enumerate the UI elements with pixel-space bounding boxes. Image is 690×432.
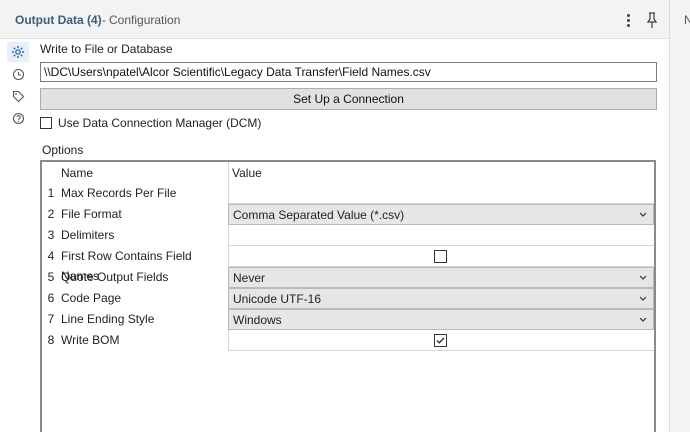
row-number: 5	[47, 270, 55, 284]
panel-header: Output Data (4) - Configuration	[0, 0, 669, 39]
configuration-tab[interactable]	[7, 42, 29, 62]
file-path-input[interactable]	[40, 62, 657, 82]
max-records-input[interactable]	[228, 183, 654, 204]
table-row: 4 First Row Contains Field Names	[42, 246, 654, 283]
chevron-down-icon	[639, 296, 647, 301]
row-number: 6	[47, 291, 55, 305]
dcm-label: Use Data Connection Manager (DCM)	[58, 116, 262, 130]
pin-icon[interactable]	[644, 11, 660, 29]
more-options-icon[interactable]	[621, 11, 635, 29]
table-row: 1 Max Records Per File	[42, 183, 654, 204]
row-number: 3	[47, 228, 55, 242]
first-row-field-names-checkbox[interactable]	[434, 250, 447, 263]
title-separator: -	[102, 13, 106, 27]
row-number: 2	[47, 207, 55, 221]
adjacent-panel-letter: N	[684, 13, 690, 27]
setup-connection-button[interactable]: Set Up a Connection	[40, 88, 657, 110]
option-name: Write BOM	[61, 333, 120, 347]
table-row: 3 Delimiters	[42, 225, 654, 246]
table-row: 8 Write BOM	[42, 330, 654, 351]
write-bom-checkbox[interactable]	[434, 334, 447, 347]
help-icon	[12, 112, 24, 124]
line-ending-style-dropdown[interactable]: Windows	[228, 309, 654, 330]
option-name: File Format	[61, 207, 122, 221]
option-name: First Row Contains Field Names	[61, 249, 192, 283]
line-ending-style-value: Windows	[233, 313, 282, 327]
panel-title: Output Data (4)	[15, 13, 102, 27]
tag-icon	[12, 90, 24, 102]
checkmark-icon	[436, 337, 445, 344]
delimiters-input[interactable]	[228, 225, 654, 246]
write-to-label: Write to File or Database	[40, 42, 173, 56]
dcm-checkbox[interactable]	[40, 117, 52, 129]
options-label: Options	[42, 143, 84, 157]
first-row-field-names-cell	[228, 246, 654, 267]
chevron-down-icon	[639, 212, 647, 217]
row-number: 7	[47, 312, 55, 326]
row-number: 1	[47, 186, 55, 200]
file-format-value: Comma Separated Value (*.csv)	[233, 208, 405, 222]
annotation-tab[interactable]	[7, 86, 29, 106]
history-tab[interactable]	[7, 64, 29, 84]
adjacent-panel-edge: N	[669, 0, 690, 432]
help-tab[interactable]	[7, 108, 29, 128]
chevron-down-icon	[639, 275, 647, 280]
row-number: 8	[47, 333, 55, 347]
options-grid: Name Value 1 Max Records Per File 2 File…	[40, 160, 656, 432]
option-name: Delimiters	[61, 228, 115, 242]
table-row: 5 Quote Output Fields Never	[42, 267, 654, 288]
table-row: 7 Line Ending Style Windows	[42, 309, 654, 330]
write-bom-cell	[228, 330, 654, 351]
gear-icon	[12, 46, 24, 58]
quote-output-fields-dropdown[interactable]: Never	[228, 267, 654, 288]
row-number: 4	[47, 249, 55, 263]
option-name: Quote Output Fields	[61, 270, 169, 284]
option-name: Code Page	[61, 291, 122, 305]
panel-subtitle: - Configuration	[102, 13, 180, 27]
option-name: Max Records Per File	[61, 186, 177, 200]
config-tab-rail	[0, 39, 35, 432]
chevron-down-icon	[639, 317, 647, 322]
code-page-dropdown[interactable]: Unicode UTF-16	[228, 288, 654, 309]
panel-subtitle-text: Configuration	[109, 13, 181, 27]
quote-output-fields-value: Never	[233, 271, 266, 285]
file-format-dropdown[interactable]: Comma Separated Value (*.csv)	[228, 204, 654, 225]
grid-header-row: Name Value	[42, 162, 654, 183]
history-icon	[12, 68, 24, 80]
table-row: 6 Code Page Unicode UTF-16	[42, 288, 654, 309]
option-name: Line Ending Style	[61, 312, 155, 326]
column-header-name: Name	[61, 166, 94, 180]
column-header-value: Value	[232, 166, 262, 180]
table-row: 2 File Format Comma Separated Value (*.c…	[42, 204, 654, 225]
code-page-value: Unicode UTF-16	[233, 292, 322, 306]
